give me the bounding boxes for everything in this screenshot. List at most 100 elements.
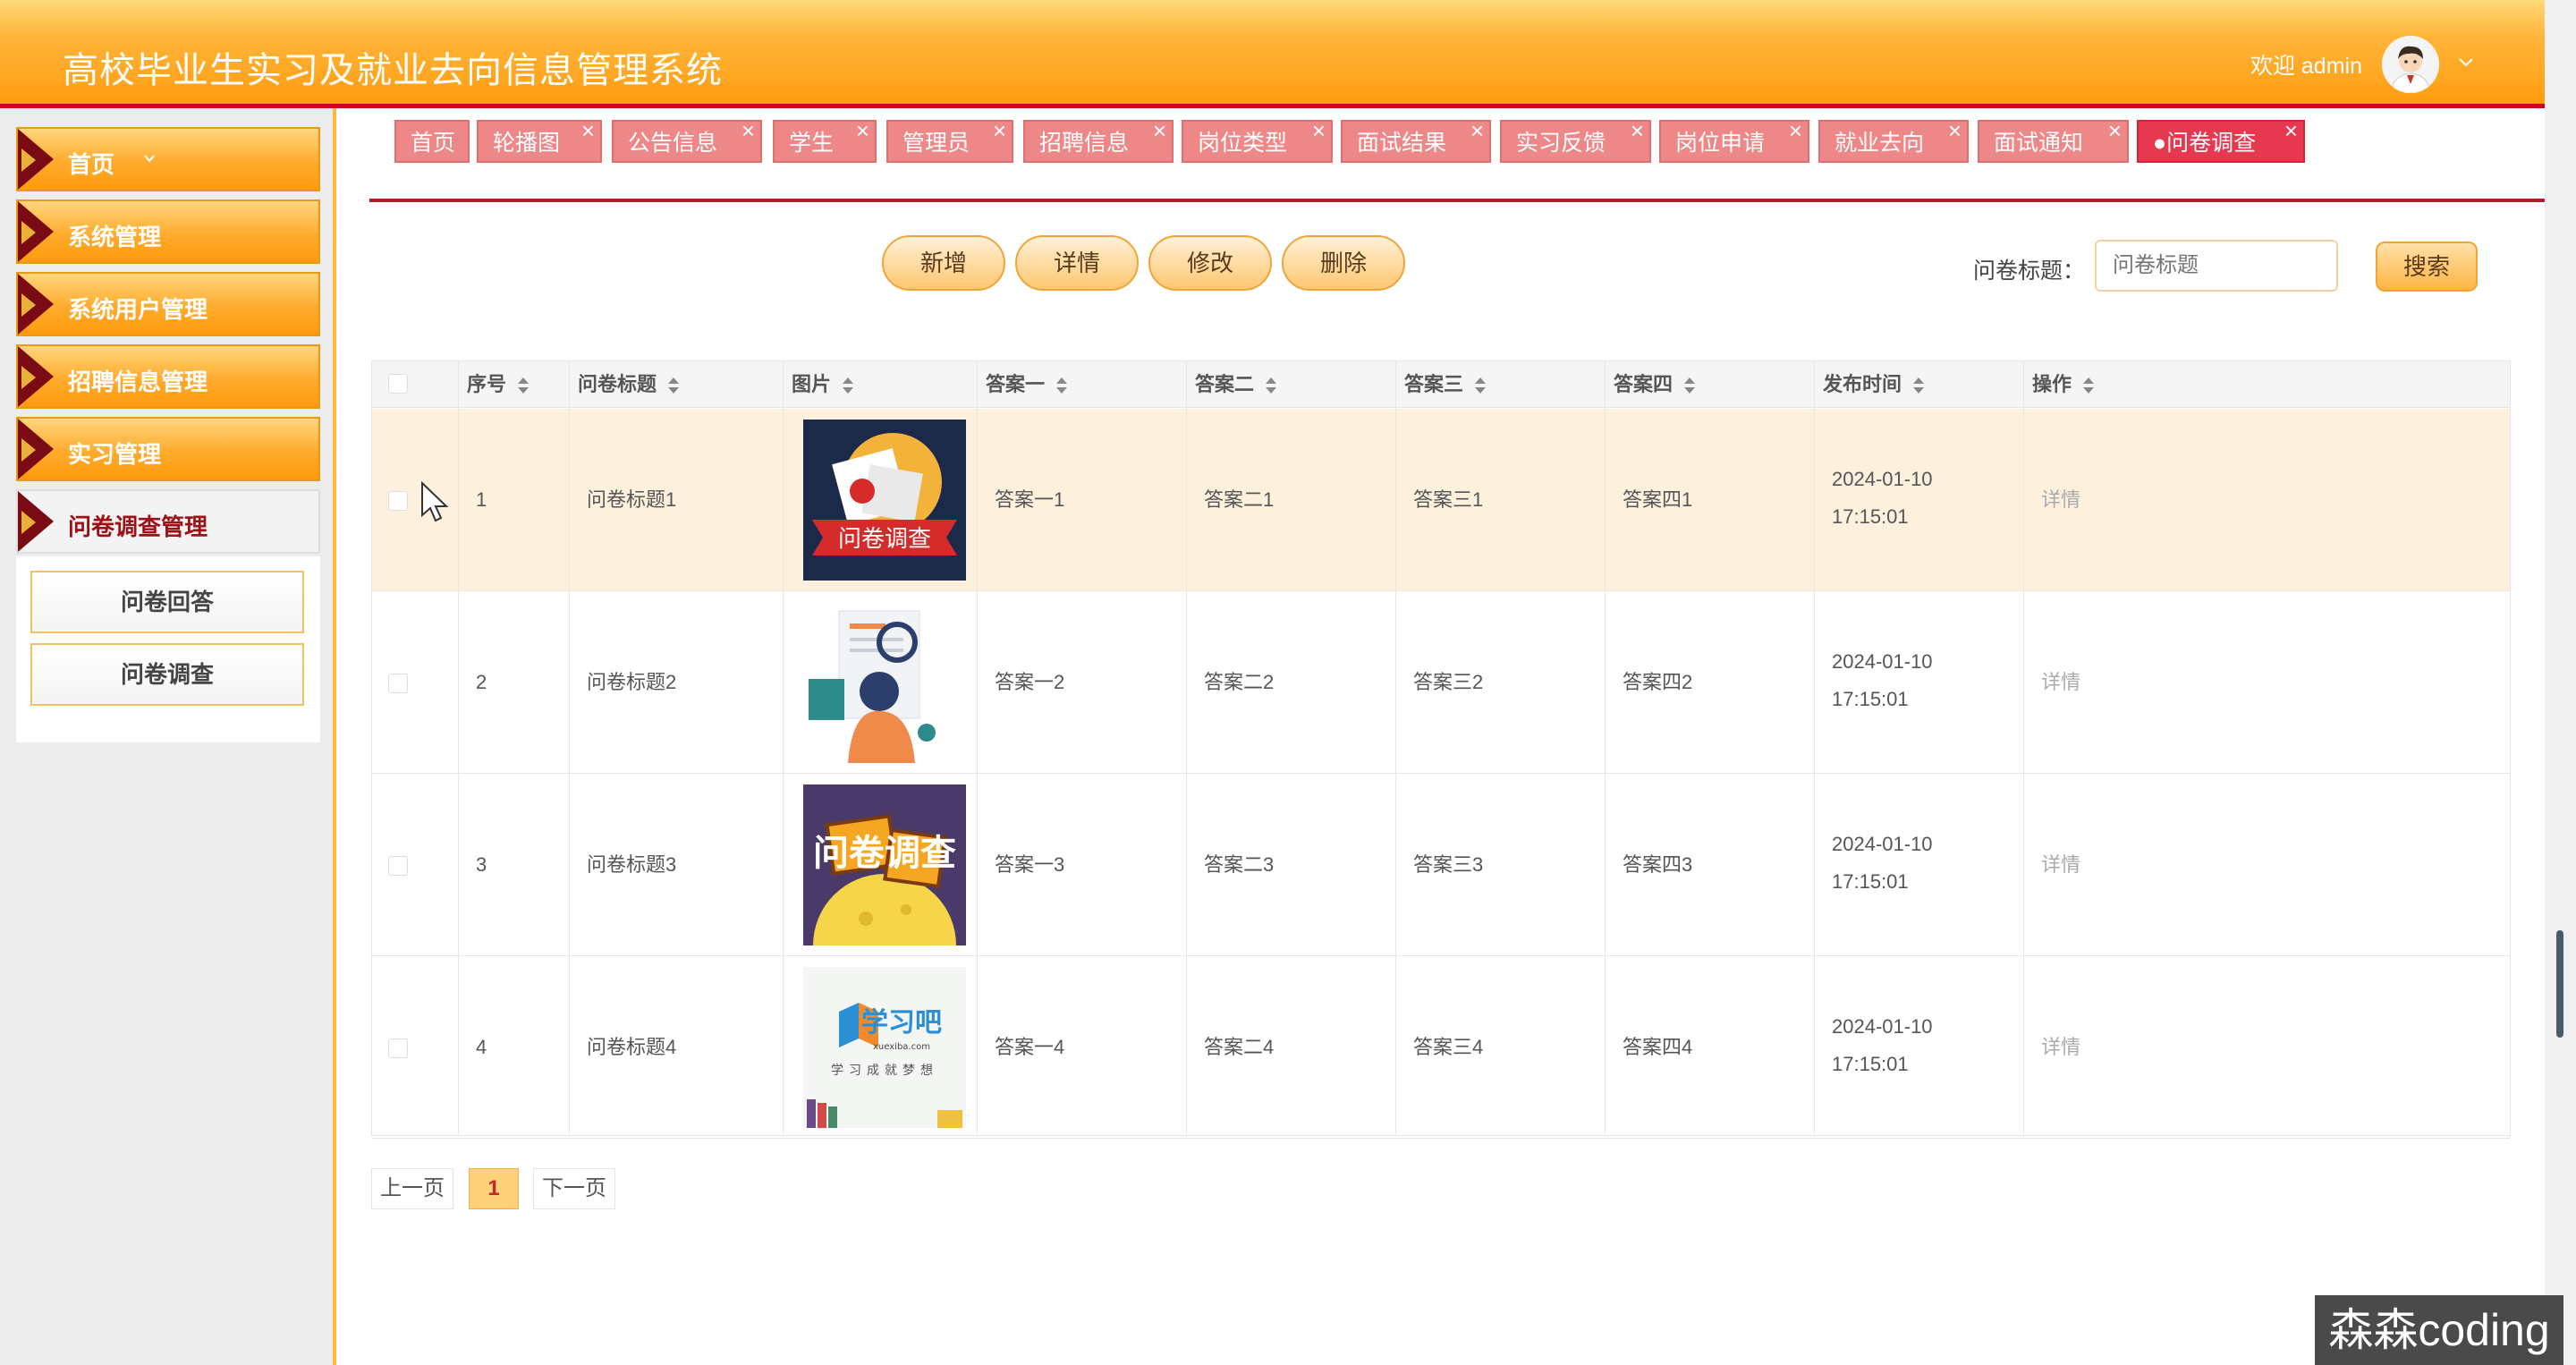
current-page[interactable]: 1 [469, 1168, 519, 1209]
select-all-checkbox[interactable] [388, 374, 408, 394]
detail-link[interactable]: 详情 [2023, 774, 2080, 956]
tab-employment[interactable]: 就业去向 × [1818, 117, 1969, 163]
tab-label: 招聘信息 [1039, 131, 1130, 156]
cell-answer2: 答案二4 [1204, 1036, 1275, 1058]
tab-interview-results[interactable]: 面试结果 × [1341, 117, 1491, 163]
scrollbar[interactable] [2545, 0, 2576, 1365]
close-icon[interactable]: × [993, 109, 1006, 152]
add-button[interactable]: 新增 [882, 235, 1005, 291]
tab-label: 首页 [411, 131, 456, 156]
cell-title: 问卷标题3 [587, 853, 677, 876]
sidebar-item-label: 系统用户管理 [68, 296, 208, 323]
column-header[interactable]: 序号 [458, 361, 530, 408]
submenu-item-answers[interactable]: 问卷回答 [30, 571, 304, 633]
close-icon[interactable]: × [2284, 109, 2298, 152]
sidebar-item-internship[interactable]: 实习管理 [16, 417, 320, 481]
close-icon[interactable]: × [856, 109, 869, 152]
tab-home[interactable]: 首页 [394, 120, 470, 163]
close-icon[interactable]: × [1948, 109, 1962, 152]
column-header[interactable]: 答案一 [977, 361, 1068, 408]
detail-button[interactable]: 详情 [1015, 235, 1139, 291]
row-checkbox[interactable] [388, 1039, 408, 1058]
sidebar-item-recruitment[interactable]: 招聘信息管理 [16, 344, 320, 409]
prev-page-button[interactable]: 上一页 [371, 1168, 453, 1209]
tab-carousel[interactable]: 轮播图 × [477, 117, 602, 163]
top-header: 高校毕业生实习及就业去向信息管理系统 欢迎 admin [0, 0, 2545, 108]
sidebar-item-survey[interactable]: 问卷调查管理 [16, 489, 320, 554]
chevron-down-icon[interactable] [2458, 54, 2474, 70]
cell-answer4: 答案四2 [1623, 671, 1693, 693]
svg-text:学习成就梦想: 学习成就梦想 [831, 1064, 938, 1078]
search-input[interactable] [2095, 240, 2338, 292]
sidebar-item-system[interactable]: 系统管理 [16, 199, 320, 264]
tab-label: 实习反馈 [1516, 131, 1606, 156]
search-button[interactable]: 搜索 [2376, 242, 2478, 292]
sidebar-item-home[interactable]: 首页 [16, 127, 320, 191]
svg-text:xuexiba.com: xuexiba.com [873, 1042, 930, 1052]
cell-time: 2024-01-10 17:15:01 [1832, 650, 1933, 710]
close-icon[interactable]: × [1312, 109, 1326, 152]
column-header[interactable]: 答案二 [1186, 361, 1277, 408]
welcome-text: 欢迎 admin [2250, 54, 2362, 79]
column-header[interactable]: 发布时间 [1814, 361, 1925, 408]
arrow-icon [18, 419, 54, 479]
table-row[interactable]: 1 问卷标题1 问卷调查 答案一1 答案二1 答案三1 答案四1 2024-01… [372, 409, 2510, 591]
column-header[interactable]: 答案四 [1605, 361, 1696, 408]
close-icon[interactable]: × [1470, 109, 1484, 152]
row-checkbox[interactable] [388, 856, 408, 876]
next-page-button[interactable]: 下一页 [533, 1168, 615, 1209]
sort-icon [1475, 377, 1487, 394]
detail-link[interactable]: 详情 [2023, 409, 2080, 591]
cell-answer3: 答案三2 [1413, 671, 1484, 693]
column-header[interactable]: 图片 [783, 361, 854, 408]
tab-interview-notices[interactable]: 面试通知 × [1978, 117, 2129, 163]
tab-admins[interactable]: 管理员 × [886, 117, 1013, 163]
column-header[interactable]: 答案三 [1395, 361, 1487, 408]
detail-link[interactable]: 详情 [2023, 591, 2080, 774]
column-header[interactable]: 操作 [2023, 361, 2095, 408]
tab-surveys[interactable]: ●问卷调查 × [2137, 117, 2305, 163]
tab-label: 学生 [789, 131, 835, 156]
column-divider [458, 361, 459, 1135]
user-avatar[interactable] [2382, 36, 2439, 93]
cell-time: 2024-01-10 17:15:01 [1832, 833, 1933, 893]
scrollbar-thumb[interactable] [2556, 930, 2563, 1038]
close-icon[interactable]: × [1631, 109, 1644, 152]
row-checkbox[interactable] [388, 491, 408, 511]
detail-link[interactable]: 详情 [2023, 956, 2080, 1139]
cell-answer3: 答案三3 [1413, 853, 1484, 876]
table-row[interactable]: 4 问卷标题4 学习吧 xuexiba.com 学习成就梦想 答案一4 答案二4… [372, 956, 2510, 1139]
sidebar-item-label: 首页 [68, 151, 115, 178]
edit-button[interactable]: 修改 [1148, 235, 1272, 291]
cell-answer1: 答案一4 [995, 1036, 1065, 1058]
submenu: 问卷回答 问卷调查 [16, 556, 320, 742]
tab-recruitment[interactable]: 招聘信息 × [1023, 117, 1174, 163]
row-checkbox[interactable] [388, 674, 408, 693]
cell-answer3: 答案三1 [1413, 488, 1484, 511]
table-row[interactable]: 3 问卷标题3 问卷调查 答案一3 答案二3 答案三3 答案四3 2024-01… [372, 774, 2510, 956]
app-title: 高校毕业生实习及就业去向信息管理系统 [63, 51, 723, 90]
tab-notices[interactable]: 公告信息 × [612, 117, 762, 163]
close-icon[interactable]: × [1789, 109, 1802, 152]
sidebar-item-users[interactable]: 系统用户管理 [16, 272, 320, 336]
close-icon[interactable]: × [2108, 109, 2122, 152]
tab-label: 就业去向 [1835, 131, 1925, 156]
submenu-item-surveys[interactable]: 问卷调查 [30, 643, 304, 706]
tab-job-types[interactable]: 岗位类型 × [1182, 117, 1333, 163]
close-icon[interactable]: × [1153, 109, 1166, 152]
column-header[interactable]: 问卷标题 [569, 361, 680, 408]
tab-internship-feedback[interactable]: 实习反馈 × [1500, 117, 1651, 163]
cell-no: 3 [476, 853, 487, 876]
tab-students[interactable]: 学生 × [773, 117, 877, 163]
close-icon[interactable]: × [741, 109, 755, 152]
sort-icon [518, 377, 530, 394]
delete-button[interactable]: 删除 [1282, 235, 1405, 291]
table-row[interactable]: 2 问卷标题2 答案一2 答案二2 答案三2 答案四2 2024-01-10 1… [372, 591, 2510, 774]
sidebar-item-label: 实习管理 [68, 441, 162, 468]
tab-job-applications[interactable]: 岗位申请 × [1659, 117, 1809, 163]
cell-answer2: 答案二3 [1204, 853, 1275, 876]
study-logo-image: 学习吧 xuexiba.com 学习成就梦想 [803, 967, 966, 1128]
close-icon[interactable]: × [581, 109, 595, 152]
column-divider [2023, 361, 2024, 1135]
sort-icon [2083, 377, 2095, 394]
